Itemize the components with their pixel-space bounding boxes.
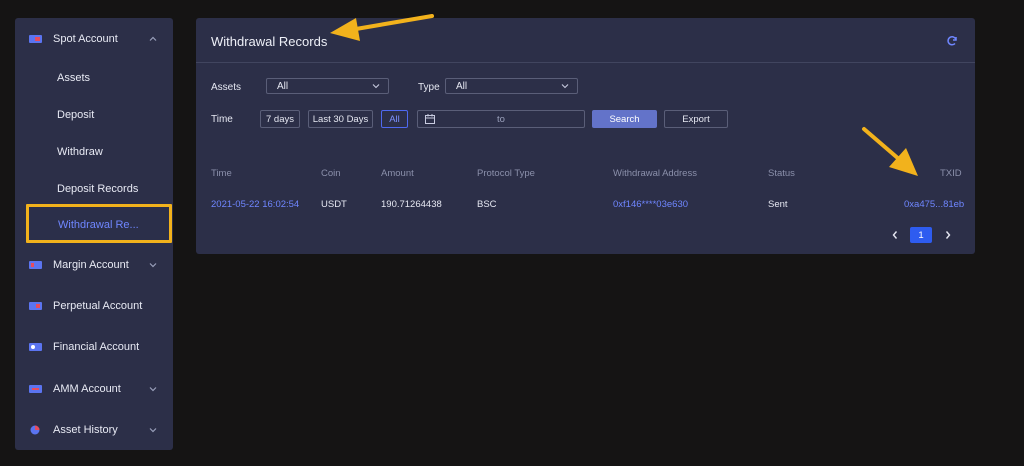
row-protocol: BSC [477,199,497,210]
time-all-button[interactable]: All [381,110,408,128]
sidebar-item-label: Deposit [57,109,95,121]
row-txid[interactable]: 0xa475...81eb [904,199,964,210]
chevron-down-icon [149,387,157,392]
sidebar-asset-history[interactable]: Asset History [15,415,173,445]
pagination-current-page[interactable]: 1 [910,227,932,243]
type-select-value: All [456,81,468,92]
sidebar-financial-account-label: Financial Account [53,341,140,353]
row-status: Sent [768,199,788,210]
assets-select[interactable]: All [266,78,389,94]
time-30-days-button[interactable]: Last 30 Days [308,110,373,128]
column-header-address: Withdrawal Address [613,168,697,179]
sidebar-item-withdraw[interactable]: Withdraw [15,139,173,165]
chevron-down-icon [149,428,157,433]
time-7-days-button[interactable]: 7 days [260,110,300,128]
sidebar-amm-account-label: AMM Account [53,383,121,395]
row-time[interactable]: 2021-05-22 16:02:54 [211,199,299,210]
column-header-protocol: Protocol Type [477,168,535,179]
chevron-down-icon [561,84,569,89]
date-range-separator: to [497,114,505,125]
wallet-icon [29,35,42,43]
margin-icon [29,261,42,269]
chevron-up-icon [149,36,157,41]
sidebar-item-label: Assets [57,72,91,84]
chevron-right-icon[interactable] [943,229,953,241]
amm-icon [29,385,42,393]
sidebar-item-deposit-records[interactable]: Deposit Records [15,176,173,202]
calendar-icon [425,114,435,124]
perpetual-icon [29,302,42,310]
financial-icon [29,343,42,351]
search-button[interactable]: Search [592,110,657,128]
column-header-time: Time [211,168,232,179]
time-label: Time [211,114,233,125]
row-coin: USDT [321,199,347,210]
sidebar-margin-account[interactable]: Margin Account [15,250,173,280]
sidebar-margin-account-label: Margin Account [53,259,129,271]
export-button[interactable]: Export [664,110,728,128]
row-amount: 190.71264438 [381,199,442,210]
type-label: Type [418,82,440,93]
sidebar-spot-account-label: Spot Account [53,33,118,45]
date-range-input[interactable]: to [417,110,585,128]
chevron-down-icon [149,263,157,268]
sidebar-amm-account[interactable]: AMM Account [15,374,173,404]
sidebar-asset-history-label: Asset History [53,424,118,436]
assets-select-value: All [277,81,289,92]
sidebar-item-label: Withdraw [57,146,103,158]
sidebar-perpetual-account[interactable]: Perpetual Account [15,291,173,321]
column-header-txid: TXID [940,168,962,179]
row-address[interactable]: 0xf146****03e630 [613,199,688,210]
sidebar-item-assets[interactable]: Assets [15,65,173,91]
refresh-icon[interactable] [946,35,958,47]
column-header-status: Status [768,168,795,179]
chevron-left-icon[interactable] [890,229,900,241]
sidebar-item-deposit[interactable]: Deposit [15,102,173,128]
sidebar-item-label: Withdrawal Re... [58,219,139,231]
page-title: Withdrawal Records [211,34,328,49]
sidebar-perpetual-account-label: Perpetual Account [53,300,143,312]
column-header-coin: Coin [321,168,341,179]
chevron-down-icon [372,84,380,89]
type-select[interactable]: All [445,78,578,94]
divider [196,62,975,63]
history-icon [30,425,40,435]
sidebar-financial-account[interactable]: Financial Account [15,332,173,362]
sidebar-item-withdrawal-records[interactable]: Withdrawal Re... [26,204,172,243]
sidebar-spot-account[interactable]: Spot Account [15,24,173,54]
assets-label: Assets [211,82,242,93]
sidebar-item-label: Deposit Records [57,183,139,195]
withdrawal-records-panel: Withdrawal Records Assets All Type All T… [196,18,975,254]
column-header-amount: Amount [381,168,414,179]
